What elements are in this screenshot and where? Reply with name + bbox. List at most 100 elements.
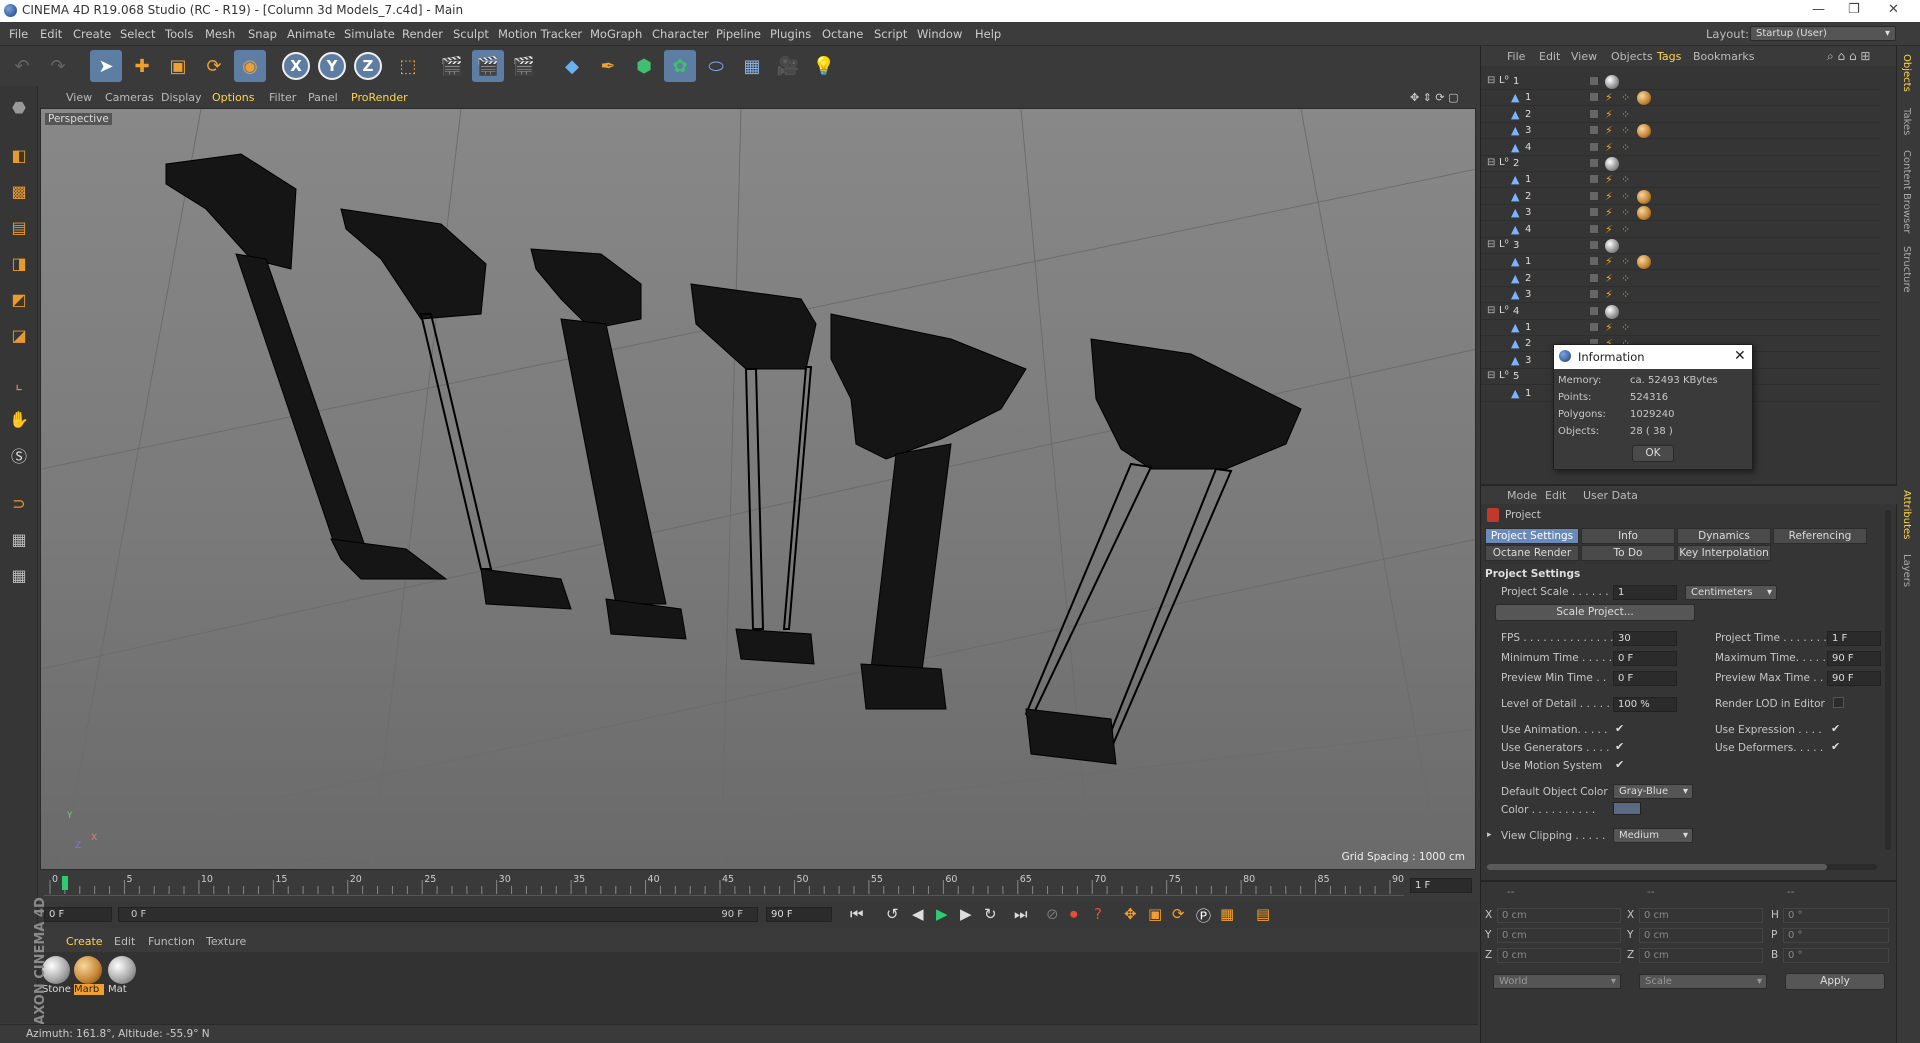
vp-menu-cameras[interactable]: Cameras	[105, 91, 154, 104]
layer-visibility-icon[interactable]	[1589, 256, 1599, 267]
layer-visibility-icon[interactable]	[1589, 92, 1599, 103]
phong-tag-icon[interactable]: ⚡	[1605, 272, 1613, 285]
move-icon[interactable]: ✚	[126, 50, 158, 82]
material-tag-icon[interactable]	[1605, 304, 1619, 319]
uvw-tag-icon[interactable]: ⁘	[1621, 321, 1630, 334]
vp-menu-options[interactable]: Options	[212, 91, 254, 104]
deformer-icon[interactable]: ⬭	[700, 50, 732, 82]
coord-rotation-field[interactable]: 0 °	[1783, 948, 1889, 963]
tab-referencing[interactable]: Referencing	[1773, 528, 1867, 544]
uvw-tag-icon[interactable]: ⁘	[1621, 223, 1630, 236]
texture-tag-icon[interactable]	[1637, 255, 1651, 270]
tab-dynamics[interactable]: Dynamics	[1677, 528, 1771, 544]
strip-tab-objects[interactable]: Objects	[1901, 54, 1912, 92]
playhead-marker[interactable]	[61, 876, 68, 890]
level-of-detail-field[interactable]: 100 %	[1613, 697, 1677, 712]
end-frame-field[interactable]: 90 F	[766, 907, 832, 922]
object-child-row[interactable]: ▲ 2 ⚡ ⁘	[1481, 189, 1881, 205]
object-child-row[interactable]: ▲ 4 ⚡ ⁘	[1481, 140, 1881, 156]
mat-menu-function[interactable]: Function	[148, 935, 195, 948]
om-menu-view[interactable]: View	[1571, 50, 1597, 63]
texture-tag-icon[interactable]	[1637, 91, 1651, 106]
collapse-icon[interactable]: ⊟	[1487, 305, 1495, 316]
texture-tag-icon[interactable]	[1637, 206, 1651, 221]
object-child-row[interactable]: ▲ 1 ⚡ ⁘	[1481, 172, 1881, 189]
use-expression-checkbox[interactable]: ✔	[1831, 722, 1840, 735]
scale-project-button[interactable]: Scale Project...	[1495, 604, 1695, 621]
uvw-tag-icon[interactable]: ⁘	[1621, 288, 1630, 301]
mat-menu-edit[interactable]: Edit	[114, 935, 135, 948]
menu-window[interactable]: Window	[917, 27, 962, 41]
next-key-icon[interactable]: ↻	[984, 905, 997, 923]
object-child-row[interactable]: ▲ 3 ⚡ ⁘	[1481, 287, 1881, 304]
uvw-tag-icon[interactable]: ⁘	[1621, 108, 1630, 121]
timeline-layout-icon[interactable]: ▤	[1256, 905, 1270, 923]
layer-visibility-icon[interactable]	[1589, 141, 1599, 152]
goto-start-icon[interactable]: ⏮	[850, 905, 864, 923]
phong-tag-icon[interactable]: ⚡	[1605, 288, 1613, 301]
vp-menu-panel[interactable]: Panel	[308, 91, 338, 104]
fps-field[interactable]: 30	[1613, 631, 1677, 646]
key-rotation-icon[interactable]: ⟳	[1172, 905, 1185, 923]
menu-snap[interactable]: Snap	[248, 27, 277, 41]
om-menu-bookmarks[interactable]: Bookmarks	[1693, 50, 1754, 63]
uvw-tag-icon[interactable]: ⁘	[1621, 206, 1630, 219]
menu-file[interactable]: File	[9, 27, 28, 41]
om-search-icon[interactable]: ⌕ ⌂ ⌂ ⊞	[1827, 49, 1870, 64]
uvw-tag-icon[interactable]: ⁘	[1621, 272, 1630, 285]
layer-visibility-icon[interactable]	[1589, 223, 1599, 234]
current-frame-field[interactable]: 1 F	[1410, 878, 1472, 893]
phong-tag-icon[interactable]: ⚡	[1605, 321, 1613, 334]
object-child-row[interactable]: ▲ 2 ⚡ ⁘	[1481, 271, 1881, 287]
strip-tab-attributes[interactable]: Attributes	[1901, 490, 1912, 539]
strip-tab-structure[interactable]: Structure	[1901, 246, 1912, 293]
layer-visibility-icon[interactable]	[1589, 158, 1599, 168]
om-menu-file[interactable]: File	[1507, 50, 1525, 63]
dialog-close-icon[interactable]: ✕	[1734, 348, 1746, 364]
dialog-ok-button[interactable]: OK	[1632, 445, 1674, 462]
menu-select[interactable]: Select	[120, 27, 155, 41]
menu-pipeline[interactable]: Pipeline	[716, 27, 761, 41]
x-axis-icon[interactable]: X	[282, 52, 310, 80]
phong-tag-icon[interactable]: ⚡	[1605, 190, 1613, 203]
record-icon[interactable]: ⊘	[1046, 905, 1059, 923]
object-group-row[interactable]: ⊟ L⁰ 1	[1481, 74, 1881, 90]
om-menu-tags[interactable]: Tags	[1657, 50, 1681, 63]
am-menu-mode[interactable]: Mode	[1507, 489, 1537, 502]
prev-frame-icon[interactable]: ◀	[912, 905, 924, 923]
render-settings-icon[interactable]: 🎬	[508, 50, 540, 82]
texture-mode-icon[interactable]: ▩	[4, 176, 34, 206]
keyframe-selection-icon[interactable]: ?	[1094, 905, 1102, 923]
axis-mode-icon[interactable]: ⌞	[4, 368, 34, 398]
object-group-row[interactable]: ⊟ L⁰ 4	[1481, 304, 1881, 320]
coord-size-field[interactable]: 0 cm	[1639, 948, 1763, 963]
horizontal-scrollbar[interactable]	[1487, 864, 1877, 870]
layer-visibility-icon[interactable]	[1589, 125, 1599, 136]
use-animation-checkbox[interactable]: ✔	[1615, 722, 1624, 735]
timeline-ruler[interactable]: 0 5 10 15 20 25 30 35 40 45 50 55 60 65 70 75 80 85 90 1 F	[38, 870, 1478, 902]
preview-max-time-field[interactable]: 90 F	[1827, 671, 1881, 686]
coord-space-dropdown[interactable]: World ▾	[1493, 974, 1621, 989]
material-marble[interactable]: Marb	[74, 956, 104, 995]
menu-motion-tracker[interactable]: Motion Tracker	[498, 27, 582, 41]
menu-mesh[interactable]: Mesh	[205, 27, 235, 41]
phong-tag-icon[interactable]: ⚡	[1605, 223, 1613, 236]
key-position-icon[interactable]: ✥	[1124, 905, 1137, 923]
project-scale-field[interactable]: 1	[1613, 585, 1677, 600]
texture-tag-icon[interactable]	[1637, 124, 1651, 139]
menu-plugins[interactable]: Plugins	[770, 27, 811, 41]
workplane-icon[interactable]: ▤	[4, 212, 34, 242]
am-menu-user-data[interactable]: User Data	[1583, 489, 1638, 502]
tab-project-settings[interactable]: Project Settings	[1485, 528, 1579, 544]
phong-tag-icon[interactable]: ⚡	[1605, 173, 1613, 186]
color-swatch[interactable]	[1613, 802, 1641, 815]
view-clipping-dropdown[interactable]: Medium ▾	[1613, 828, 1693, 843]
maximum-time-field[interactable]: 90 F	[1827, 651, 1881, 666]
use-generators-checkbox[interactable]: ✔	[1615, 740, 1624, 753]
tab-octane-render[interactable]: Octane Render	[1485, 545, 1579, 561]
mat-menu-create[interactable]: Create	[66, 935, 103, 948]
layer-visibility-icon[interactable]	[1589, 322, 1599, 332]
object-child-row[interactable]: ▲ 1 ⚡ ⁘	[1481, 90, 1881, 107]
object-child-row[interactable]: ▲ 1 ⚡ ⁘	[1481, 320, 1881, 336]
material-mat[interactable]: Mat	[108, 956, 138, 995]
